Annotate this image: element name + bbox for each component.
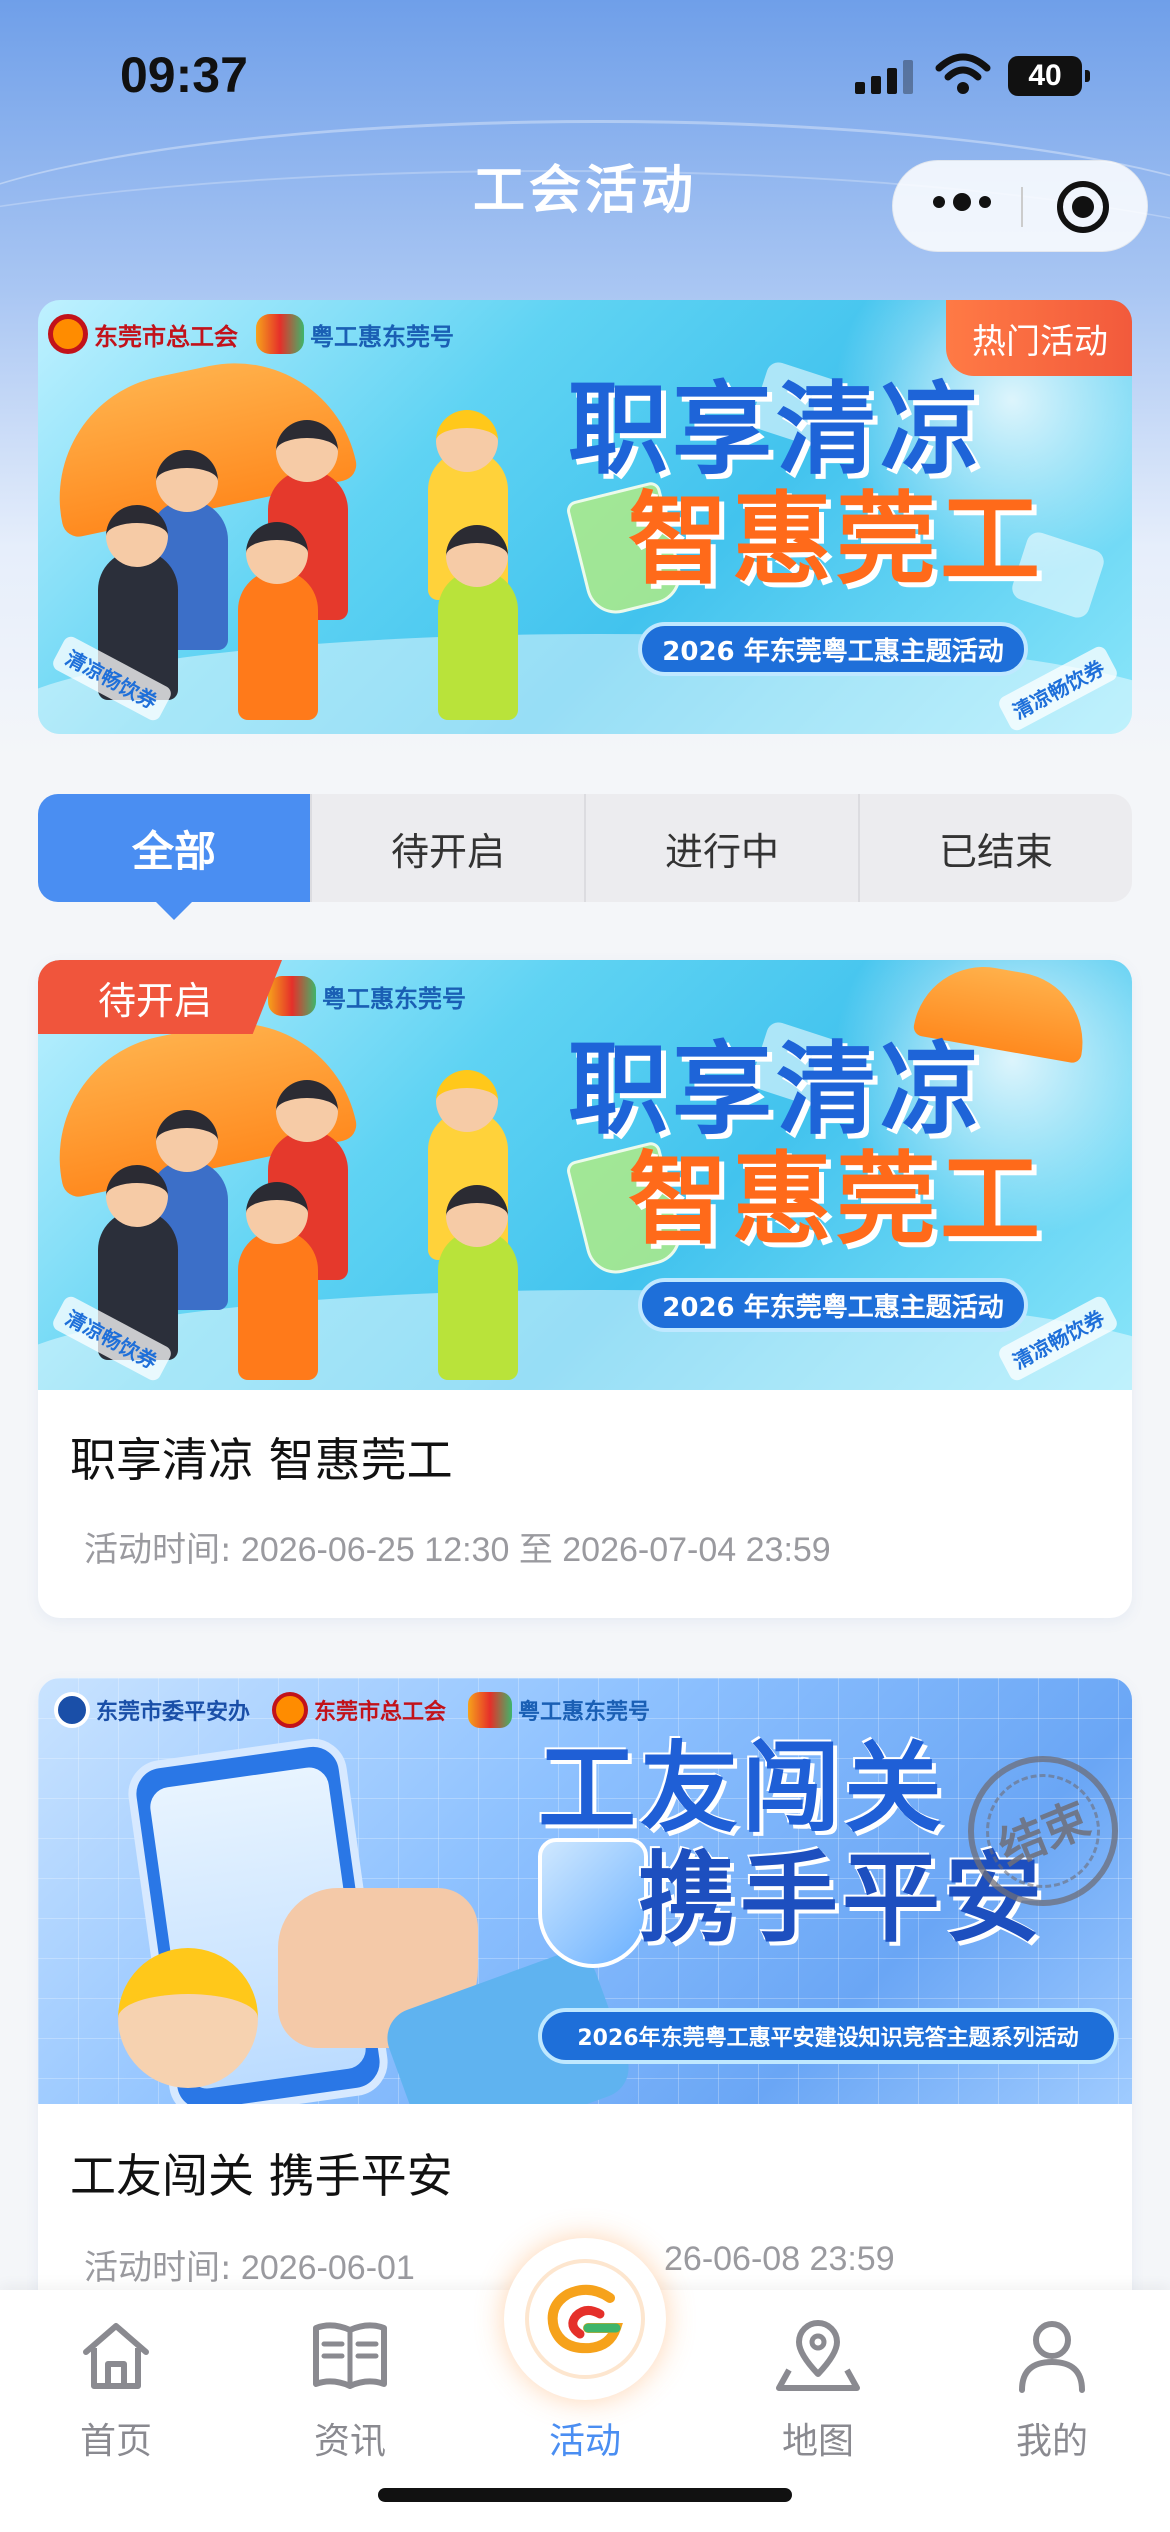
yuegonghui-logo-icon — [256, 314, 304, 354]
yuegonghui-logo-icon — [468, 1692, 513, 1728]
activity-banner-logo3: 粤工惠东莞号 — [518, 1700, 651, 1725]
tab-news-label: 资讯 — [313, 2421, 386, 2462]
tab-news[interactable]: 资讯 — [250, 2318, 450, 2464]
wifi-icon — [935, 53, 991, 94]
activity-banner-line2: 智惠莞工 — [628, 1141, 1044, 1258]
hero-subtitle: 2026 年东莞粤工惠主题活动 — [638, 622, 1028, 676]
activity-banner: 东莞市委平安办 东莞市总工会 粤工惠东莞号 工友闯关 携手平安 2026年东莞粤… — [38, 1678, 1132, 2104]
yuegonghui-logo-icon — [268, 976, 316, 1016]
miniprogram-capsule — [892, 160, 1148, 252]
activity-time-value: 2026-06-25 12:30 至 2026-07-04 23:59 — [240, 1531, 831, 1569]
activity-time-label: 活动时间: — [84, 2248, 232, 2288]
status-time: 09:37 — [120, 47, 248, 103]
activity-banner-line1: 工友闯关 — [538, 1732, 947, 1846]
hero-headline-1: 职享清凉 — [568, 371, 984, 488]
logo-g-icon — [547, 2284, 623, 2354]
activity-time-label: 活动时间: — [84, 1530, 232, 1570]
status-badge: 待开启 — [38, 960, 283, 1034]
map-pin-icon — [776, 2320, 860, 2391]
hot-activity-badge: 热门活动 — [946, 300, 1132, 376]
more-icon[interactable] — [933, 193, 991, 211]
tab-mine-label: 我的 — [1015, 2421, 1088, 2462]
tab-upcoming[interactable]: 待开启 — [310, 794, 584, 902]
activity-title: 职享清凉 智惠莞工 — [70, 1433, 453, 1487]
activity-banner-subtitle: 2026 年东莞粤工惠主题活动 — [638, 1278, 1028, 1332]
activity-time: 活动时间: 2026-06-25 12:30 至 2026-07-04 23:5… — [84, 1522, 831, 1571]
book-icon — [313, 2322, 387, 2389]
tab-home-label: 首页 — [79, 2421, 152, 2462]
tab-all[interactable]: 全部 — [38, 794, 310, 920]
activity-banner-logos: 粤工惠东莞号 — [268, 976, 466, 1016]
activity-banner-logo1: 东莞市委平安办 — [96, 1700, 251, 1725]
cellular-signal-icon — [855, 60, 913, 94]
shield-icon — [538, 1838, 648, 1968]
tab-map[interactable]: 地图 — [718, 2318, 918, 2464]
tab-ongoing[interactable]: 进行中 — [584, 794, 858, 902]
activity-banner-logos: 东莞市委平安办 东莞市总工会 粤工惠东莞号 — [54, 1692, 650, 1728]
tab-home[interactable]: 首页 — [16, 2318, 216, 2464]
close-target-icon[interactable] — [1057, 181, 1109, 233]
union-logo-icon — [272, 1692, 309, 1728]
tab-activity-label: 活动 — [548, 2421, 621, 2462]
hero-logos: 东莞市总工会 粤工惠东莞号 — [48, 314, 454, 354]
home-icon — [83, 2323, 149, 2389]
activity-banner-subtitle: 2026年东莞粤工惠平安建设知识竞答主题系列活动 — [538, 2008, 1118, 2064]
battery-icon: 40 — [1008, 56, 1090, 96]
tab-map-label: 地图 — [781, 2421, 854, 2462]
safety-office-logo-icon — [54, 1692, 90, 1728]
status-filter-tabs: 全部 待开启 进行中 已结束 — [38, 794, 1132, 920]
hero-headline-2: 智惠莞工 — [628, 481, 1044, 598]
home-indicator[interactable] — [378, 2488, 792, 2502]
tab-mine[interactable]: 我的 — [952, 2318, 1152, 2464]
activity-banner: 粤工惠东莞号 职享清凉 智惠莞工 2026 年东莞粤工惠主题活动 清凉畅饮券 清… — [38, 960, 1132, 1390]
activity-banner-line1: 职享清凉 — [568, 1031, 984, 1148]
activity-banner-logo: 粤工惠东莞号 — [322, 984, 466, 1013]
hero-logo-right: 粤工惠东莞号 — [310, 322, 454, 351]
tab-activity[interactable]: 活动 — [485, 2238, 685, 2464]
hero-logo-left: 东莞市总工会 — [94, 322, 238, 351]
status-bar: 09:37 40 — [0, 0, 1170, 150]
activity-card[interactable]: 粤工惠东莞号 职享清凉 智惠莞工 2026 年东莞粤工惠主题活动 清凉畅饮券 清… — [38, 960, 1132, 1618]
activity-time-value-right: 26-06-08 23:59 — [664, 2240, 895, 2278]
tab-ended[interactable]: 已结束 — [858, 794, 1132, 902]
activity-banner-logo2: 东莞市总工会 — [314, 1700, 447, 1725]
activity-time-value-left: 2026-06-01 — [240, 2249, 415, 2287]
user-icon — [1019, 2321, 1085, 2393]
hero-banner[interactable]: 东莞市总工会 粤工惠东莞号 职享清凉 智惠莞工 2026 年东莞粤工惠主题活动 … — [38, 300, 1132, 734]
union-logo-icon — [48, 314, 88, 354]
activity-title: 工友闯关 携手平安 — [70, 2149, 453, 2203]
